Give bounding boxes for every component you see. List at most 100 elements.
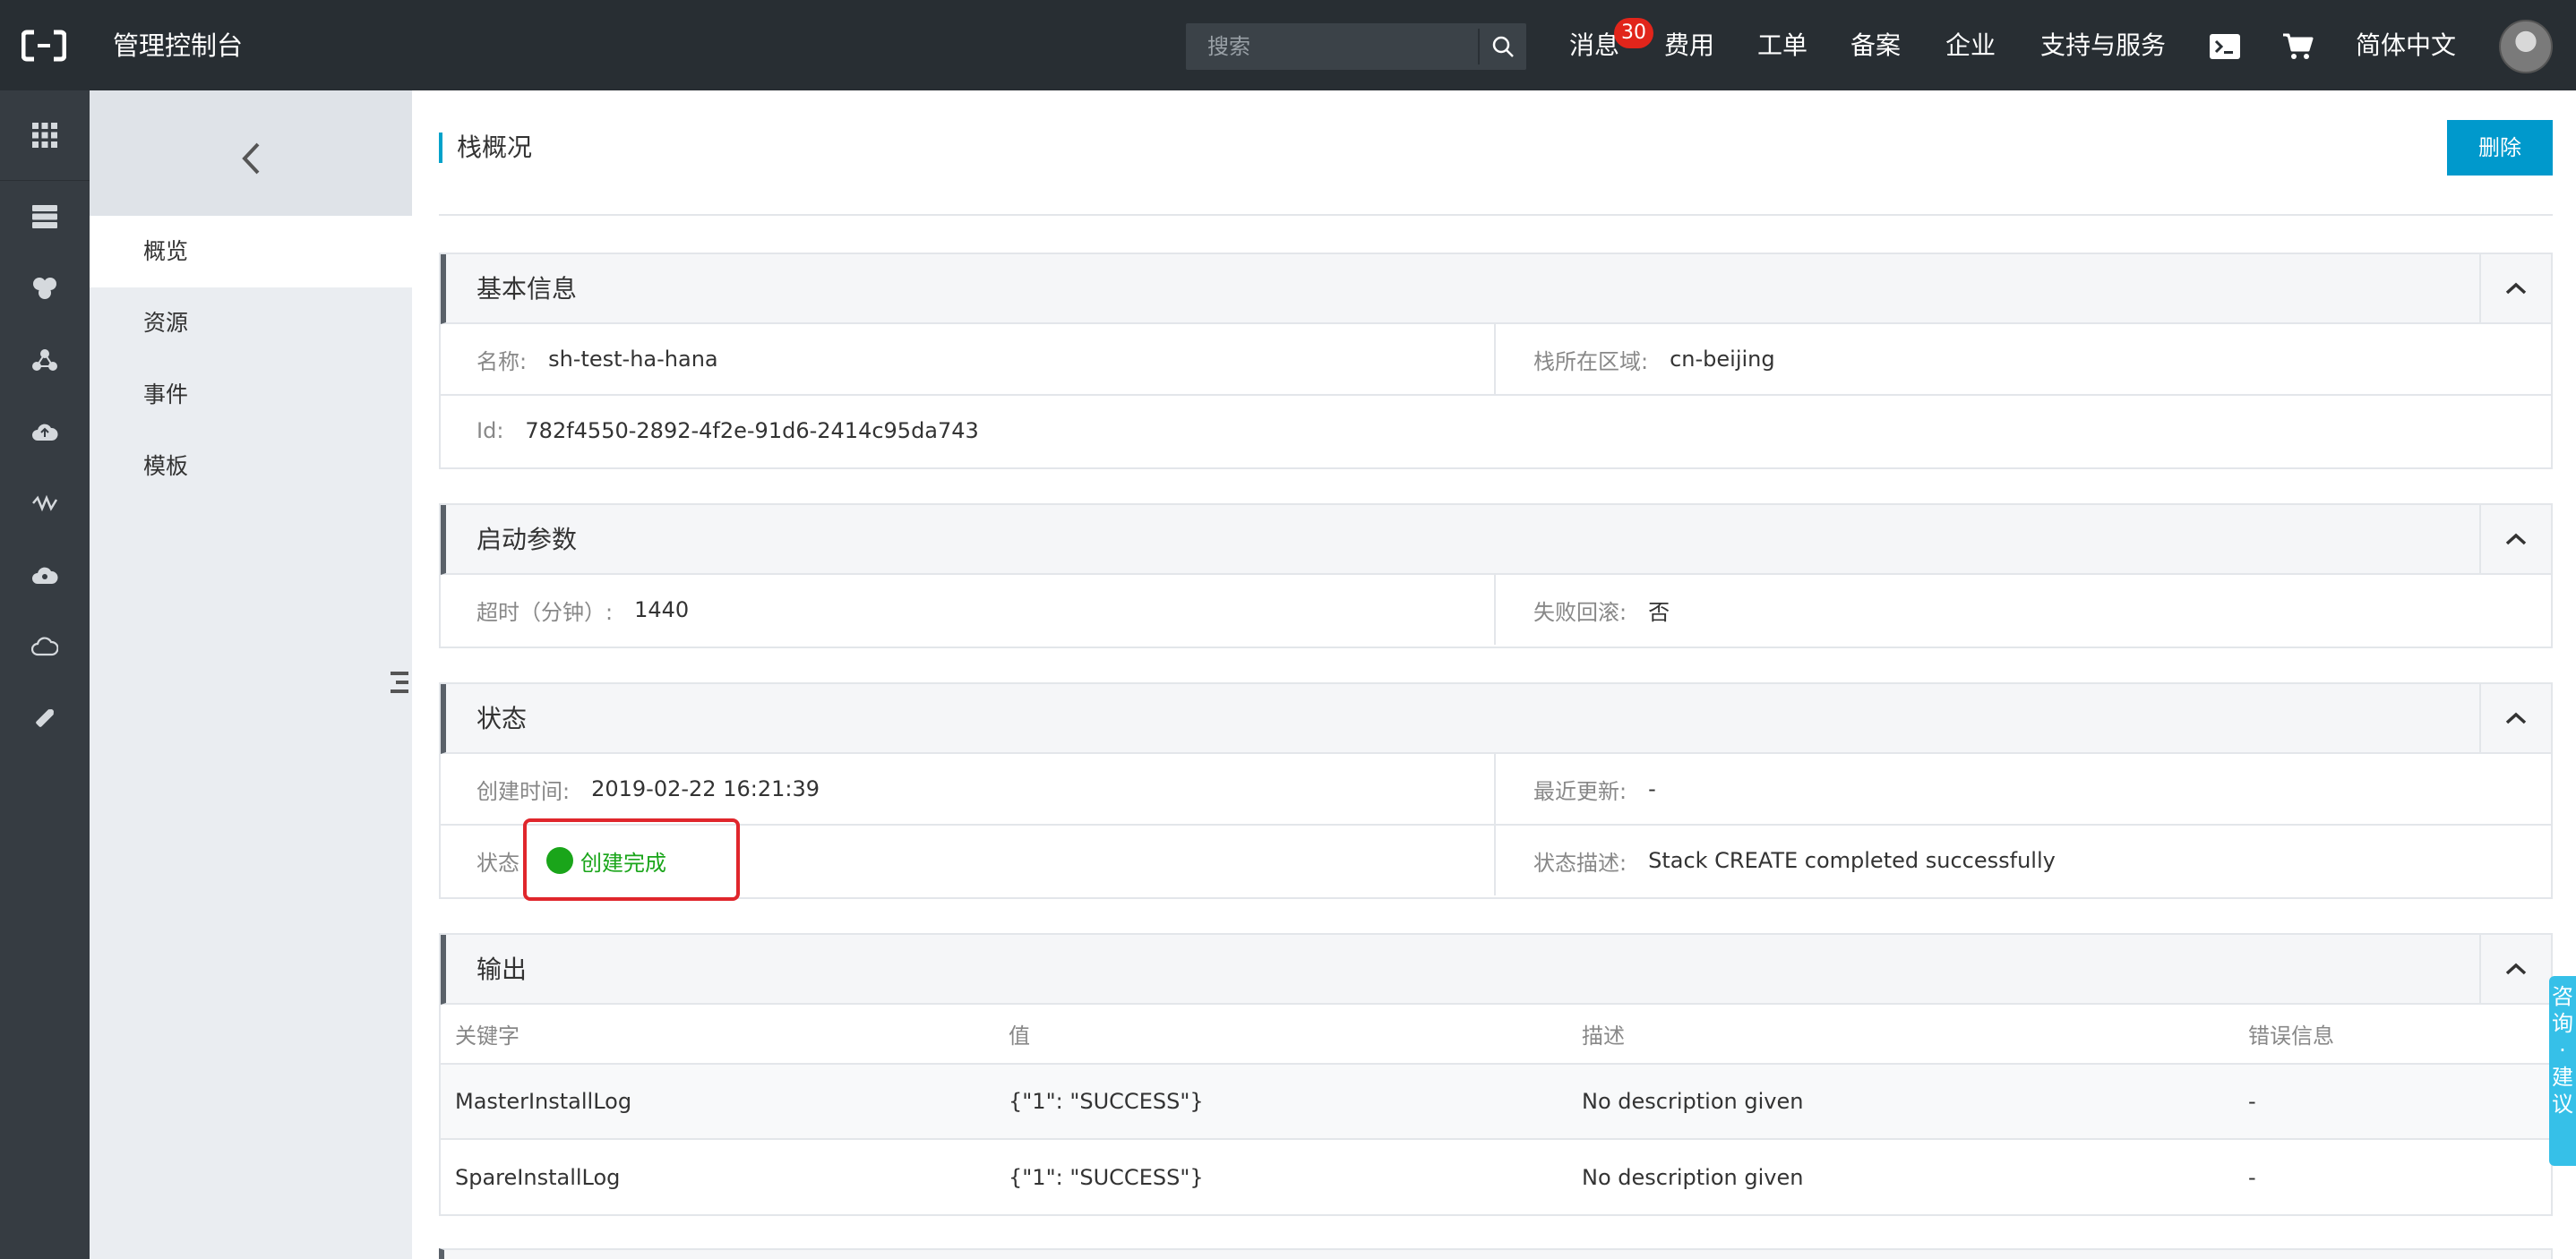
output-title: 输出 — [477, 955, 528, 984]
subnav-item-resources[interactable]: 资源 — [90, 287, 412, 359]
timeout-label: 超时（分钟）: — [477, 599, 614, 625]
chevron-up-icon — [2505, 963, 2527, 975]
cart-button[interactable] — [2280, 29, 2316, 64]
grid-icon — [32, 123, 57, 148]
search-button[interactable] — [1480, 23, 1526, 70]
timeout-field: 超时（分钟）: 1440 — [441, 575, 1496, 645]
product-rail — [0, 90, 90, 1259]
terminal-button[interactable] — [2207, 29, 2243, 64]
nav-messages[interactable]: 消息 — [1569, 27, 1619, 64]
search-icon — [1492, 36, 1514, 57]
output-description-cell: No description given — [1567, 1064, 2234, 1140]
nav-enterprise[interactable]: 企业 — [1945, 27, 1996, 64]
terminal-icon — [2210, 34, 2240, 59]
nav-billing[interactable]: 费用 — [1664, 27, 1714, 64]
launch-params-row: 超时（分钟）: 1440 失败回滚: 否 — [441, 575, 2551, 647]
id-label: Id: — [477, 418, 504, 443]
chevron-up-icon — [2505, 282, 2527, 295]
status-collapse-button[interactable] — [2479, 684, 2551, 752]
basic-info-row: Id: 782f4550-2892-4f2e-91d6-2414c95da743 — [441, 396, 2551, 467]
rail-item-cloud-db[interactable] — [0, 539, 90, 611]
back-button[interactable] — [224, 132, 278, 185]
aliyun-logo-icon[interactable] — [21, 29, 66, 63]
basic-info-title: 基本信息 — [477, 274, 578, 304]
rail-item-servers[interactable] — [0, 181, 90, 253]
server-icon — [32, 205, 57, 228]
nav-icp[interactable]: 备案 — [1850, 27, 1901, 64]
cluster-icon — [33, 278, 56, 299]
id-value: 782f4550-2892-4f2e-91d6-2414c95da743 — [525, 418, 979, 443]
rail-item-cloud-upload[interactable] — [0, 396, 90, 467]
output-panel: 输出 关键字 值 描述 错误信息 MasterInstallLog {"1": … — [439, 933, 2553, 1216]
created-time-value: 2019-02-22 16:21:39 — [591, 776, 820, 801]
rollback-field: 失败回滚: 否 — [1498, 575, 2551, 645]
subnav-item-events[interactable]: 事件 — [90, 359, 412, 431]
status-highlight-annotation — [523, 818, 740, 901]
status-desc-value: Stack CREATE completed successfully — [1648, 848, 2056, 873]
basic-info-panel: 基本信息 名称: sh-test-ha-hana 栈所在区域: cn-beiji… — [439, 253, 2553, 469]
output-error-cell: - — [2234, 1064, 2551, 1140]
cloud-upload-icon — [32, 424, 58, 441]
launch-params-collapse-button[interactable] — [2479, 505, 2551, 573]
name-value: sh-test-ha-hana — [548, 347, 718, 372]
status-desc-label: 状态描述: — [1533, 850, 1627, 876]
status-panel: 状态 创建时间: 2019-02-22 16:21:39 最近更新: - 状态 … — [439, 682, 2553, 899]
table-row: SpareInstallLog {"1": "SUCCESS"} No desc… — [441, 1139, 2551, 1214]
chevron-up-icon — [2505, 712, 2527, 724]
created-time-label: 创建时间: — [477, 778, 571, 804]
rail-item-cloud[interactable] — [0, 611, 90, 682]
cart-icon — [2283, 33, 2314, 59]
rail-item-wave[interactable] — [0, 467, 90, 539]
timeout-value: 1440 — [634, 597, 690, 622]
secondary-nav: 概览 资源 事件 模板 — [90, 90, 412, 1259]
nav-support[interactable]: 支持与服务 — [2040, 27, 2166, 64]
rollback-label: 失败回滚: — [1533, 599, 1627, 625]
feedback-tab[interactable]: 咨询·建议 — [2549, 976, 2576, 1166]
column-header: 值 — [994, 1005, 1567, 1065]
output-collapse-button[interactable] — [2479, 935, 2551, 1003]
launch-params-panel: 启动参数 超时（分钟）: 1440 失败回滚: 否 — [439, 503, 2553, 648]
top-bar: 管理控制台 消息 30 费用 工单 备案 企业 支持与服务 简体中文 — [0, 0, 2576, 90]
updated-label: 最近更新: — [1533, 778, 1627, 804]
id-field: Id: 782f4550-2892-4f2e-91d6-2414c95da743 — [441, 396, 2551, 466]
launch-params-header: 启动参数 — [441, 505, 2551, 575]
user-avatar[interactable] — [2499, 20, 2553, 73]
rail-item-network[interactable] — [0, 324, 90, 396]
output-key-cell: SpareInstallLog — [455, 1164, 621, 1190]
output-error-cell: - — [2248, 1164, 2256, 1190]
output-header: 输出 — [441, 935, 2551, 1005]
column-header: 描述 — [1567, 1005, 2234, 1065]
language-selector[interactable]: 简体中文 — [2356, 27, 2456, 64]
satellite-icon — [36, 709, 54, 727]
rollback-value: 否 — [1648, 599, 1670, 625]
rail-item-satellite[interactable] — [0, 682, 90, 754]
region-value: cn-beijing — [1670, 347, 1775, 372]
output-description-cell: No description given — [1582, 1164, 1804, 1190]
name-label: 名称: — [477, 348, 528, 374]
page-title: 栈概况 — [457, 133, 533, 162]
output-value-cell: {"1": "SUCCESS"} — [994, 1064, 1567, 1140]
subnav-item-overview[interactable]: 概览 — [90, 216, 412, 287]
app-title[interactable]: 管理控制台 — [113, 27, 243, 64]
basic-info-collapse-button[interactable] — [2479, 254, 2551, 322]
cloud-database-icon — [32, 567, 58, 584]
subnav-item-template[interactable]: 模板 — [90, 431, 412, 502]
output-value-cell: {"1": "SUCCESS"} — [1009, 1164, 1204, 1190]
nav-tickets[interactable]: 工单 — [1757, 27, 1807, 64]
status-title: 状态 — [477, 704, 528, 733]
rail-all-products[interactable] — [0, 99, 90, 171]
messages-badge: 30 — [1614, 18, 1653, 48]
rail-item-cluster[interactable] — [0, 253, 90, 324]
wave-icon — [32, 494, 57, 512]
delete-button[interactable]: 删除 — [2447, 120, 2553, 176]
feedback-label: 咨询·建议 — [2552, 984, 2573, 1117]
region-field: 栈所在区域: cn-beijing — [1498, 324, 2551, 394]
output-key-cell: MasterInstallLog — [441, 1064, 994, 1140]
status-header: 状态 — [441, 684, 2551, 754]
next-panel-header — [439, 1248, 2553, 1259]
search-input[interactable] — [1186, 23, 1476, 70]
created-time-field: 创建时间: 2019-02-22 16:21:39 — [441, 754, 1496, 824]
name-field: 名称: sh-test-ha-hana — [441, 324, 1496, 394]
page-title-accent — [439, 133, 442, 163]
cloud-icon — [31, 637, 58, 656]
